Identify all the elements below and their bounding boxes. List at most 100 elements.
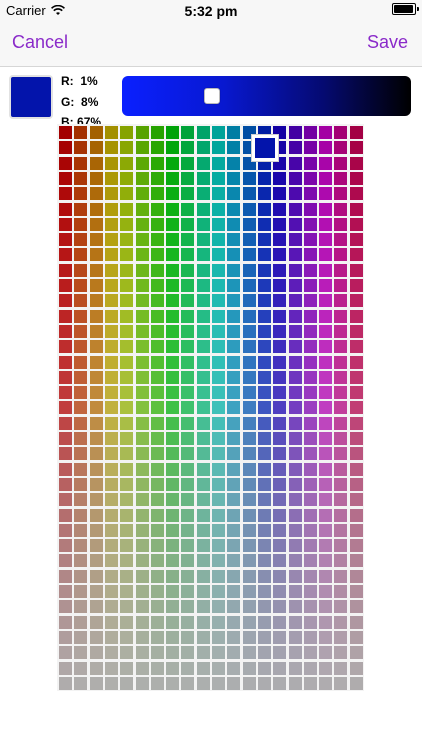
palette-cell[interactable]	[181, 141, 195, 155]
palette-cell[interactable]	[303, 248, 317, 262]
palette-cell[interactable]	[334, 141, 348, 155]
palette-cell[interactable]	[104, 630, 118, 644]
palette-cell[interactable]	[120, 263, 134, 277]
palette-cell[interactable]	[334, 355, 348, 369]
palette-cell[interactable]	[181, 600, 195, 614]
palette-cell[interactable]	[334, 615, 348, 629]
palette-cell[interactable]	[227, 493, 241, 507]
palette-cell[interactable]	[59, 309, 72, 323]
palette-cell[interactable]	[303, 386, 317, 400]
palette-cell[interactable]	[212, 202, 225, 216]
palette-cell[interactable]	[181, 156, 195, 170]
palette-cell[interactable]	[120, 615, 134, 629]
palette-cell[interactable]	[349, 569, 363, 583]
palette-cell[interactable]	[319, 263, 333, 277]
palette-cell[interactable]	[227, 171, 241, 185]
palette-cell[interactable]	[288, 615, 302, 629]
palette-cell[interactable]	[273, 661, 287, 675]
palette-cell[interactable]	[242, 554, 256, 568]
palette-cell[interactable]	[104, 126, 118, 139]
palette-cell[interactable]	[166, 615, 180, 629]
palette-cell[interactable]	[59, 661, 72, 675]
palette-cell[interactable]	[135, 202, 149, 216]
palette-cell[interactable]	[166, 508, 180, 522]
palette-cell[interactable]	[104, 309, 118, 323]
palette-cell[interactable]	[319, 202, 333, 216]
palette-cell[interactable]	[334, 585, 348, 598]
palette-cell[interactable]	[74, 493, 88, 507]
palette-cell[interactable]	[319, 141, 333, 155]
palette-cell[interactable]	[242, 585, 256, 598]
palette-cell[interactable]	[242, 370, 256, 384]
palette-cell[interactable]	[74, 171, 88, 185]
palette-cell[interactable]	[166, 141, 180, 155]
palette-cell[interactable]	[104, 248, 118, 262]
palette-cell[interactable]	[334, 187, 348, 201]
palette-cell[interactable]	[196, 630, 210, 644]
palette-cell[interactable]	[257, 233, 271, 247]
palette-cell[interactable]	[166, 217, 180, 231]
palette-cell[interactable]	[319, 294, 333, 308]
palette-cell[interactable]	[104, 156, 118, 170]
palette-cell[interactable]	[59, 263, 72, 277]
palette-cell[interactable]	[257, 569, 271, 583]
palette-cell[interactable]	[242, 126, 256, 139]
palette-cell[interactable]	[181, 386, 195, 400]
palette-cell[interactable]	[181, 508, 195, 522]
palette-cell[interactable]	[135, 401, 149, 415]
palette-cell[interactable]	[319, 585, 333, 598]
palette-cell[interactable]	[89, 324, 103, 338]
palette-cell[interactable]	[181, 263, 195, 277]
palette-cell[interactable]	[104, 279, 118, 292]
palette-cell[interactable]	[257, 340, 271, 354]
palette-cell[interactable]	[104, 340, 118, 354]
palette-cell[interactable]	[257, 493, 271, 507]
palette-cell[interactable]	[212, 370, 225, 384]
palette-cell[interactable]	[257, 462, 271, 476]
palette-cell[interactable]	[319, 126, 333, 139]
palette-cell[interactable]	[166, 432, 180, 445]
palette-cell[interactable]	[74, 539, 88, 553]
palette-cell[interactable]	[212, 523, 225, 537]
palette-cell[interactable]	[135, 141, 149, 155]
palette-cell[interactable]	[181, 676, 195, 690]
palette-cell[interactable]	[212, 432, 225, 445]
palette-cell[interactable]	[104, 493, 118, 507]
palette-cell[interactable]	[349, 279, 363, 292]
palette-cell[interactable]	[135, 248, 149, 262]
palette-cell[interactable]	[242, 202, 256, 216]
palette-cell[interactable]	[104, 141, 118, 155]
palette-cell[interactable]	[212, 615, 225, 629]
palette-cell[interactable]	[135, 309, 149, 323]
palette-cell[interactable]	[288, 630, 302, 644]
palette-cell[interactable]	[166, 630, 180, 644]
palette-cell[interactable]	[273, 386, 287, 400]
palette-cell[interactable]	[212, 126, 225, 139]
palette-cell[interactable]	[89, 294, 103, 308]
palette-cell[interactable]	[59, 386, 72, 400]
palette-cell[interactable]	[257, 401, 271, 415]
palette-cell[interactable]	[227, 554, 241, 568]
palette-cell[interactable]	[104, 462, 118, 476]
palette-cell[interactable]	[196, 386, 210, 400]
palette-cell[interactable]	[242, 615, 256, 629]
palette-cell[interactable]	[273, 248, 287, 262]
palette-cell[interactable]	[349, 294, 363, 308]
palette-cell[interactable]	[74, 600, 88, 614]
palette-cell[interactable]	[120, 554, 134, 568]
palette-cell[interactable]	[303, 447, 317, 461]
palette-cell[interactable]	[196, 309, 210, 323]
palette-cell[interactable]	[59, 324, 72, 338]
palette-cell[interactable]	[212, 585, 225, 598]
palette-cell[interactable]	[319, 217, 333, 231]
palette-cell[interactable]	[59, 233, 72, 247]
palette-cell[interactable]	[120, 447, 134, 461]
palette-cell[interactable]	[349, 630, 363, 644]
palette-cell[interactable]	[59, 202, 72, 216]
palette-cell[interactable]	[89, 646, 103, 660]
palette-cell[interactable]	[257, 156, 271, 170]
palette-cell[interactable]	[166, 324, 180, 338]
palette-cell[interactable]	[273, 554, 287, 568]
palette-cell[interactable]	[150, 294, 164, 308]
palette-cell[interactable]	[181, 661, 195, 675]
